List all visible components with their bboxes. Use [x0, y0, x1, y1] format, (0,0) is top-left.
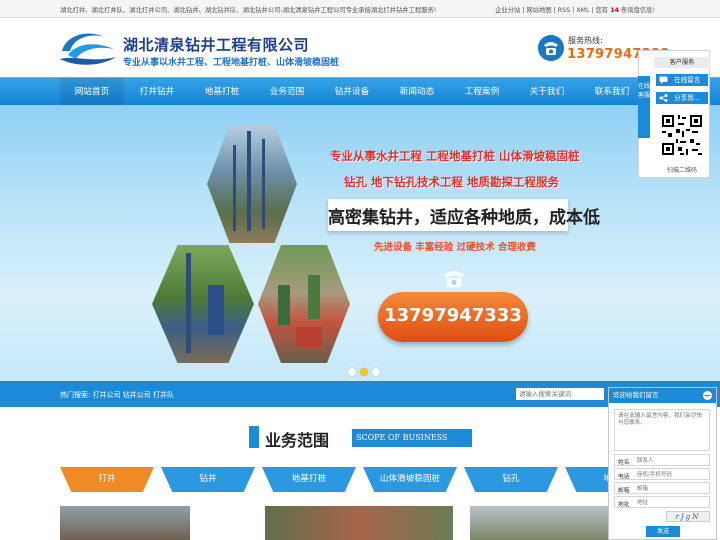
top-link-sitemap[interactable]: 网站地图 — [526, 7, 551, 14]
address-field-row: 地址 — [614, 496, 710, 508]
name-field[interactable] — [637, 456, 707, 465]
worker-rig-photo — [152, 245, 254, 363]
qr-code-label: 扫描二维码 — [666, 167, 697, 174]
qr-code-icon — [660, 113, 704, 157]
case-photo-1[interactable] — [60, 506, 190, 540]
name-label: 姓名 — [618, 460, 630, 466]
minimize-icon[interactable] — [703, 391, 712, 400]
phone-field-row: 电话 — [614, 468, 710, 480]
email-label: 邮箱 — [618, 488, 630, 494]
top-link-rss[interactable]: RSS — [558, 7, 570, 14]
nav-contact[interactable]: 联系我们 — [580, 78, 644, 106]
top-link-branches[interactable]: 企业分站 — [495, 7, 520, 14]
service-vertical-tab[interactable]: 在线客服 — [638, 76, 650, 138]
case-photo-2[interactable] — [265, 506, 453, 540]
section-title: 业务范围 — [265, 431, 330, 450]
message-icon — [659, 76, 668, 84]
message-widget-title: 欢迎给我们留言 — [609, 388, 716, 403]
phone-field[interactable] — [637, 470, 707, 479]
nav-equipment[interactable]: 钻井设备 — [320, 78, 384, 106]
top-link-xml[interactable]: XML — [576, 7, 589, 14]
banner-phone-button[interactable]: 13797947333 — [378, 292, 528, 342]
top-link-separator: | — [553, 7, 556, 14]
email-field-row: 邮箱 — [614, 482, 710, 494]
main-nav: 网站首页 打井钻井 地基打桩 业务范围 钻井设备 新闻动态 工程案例 关于我们 … — [0, 77, 720, 106]
banner-headline: 高密集钻井，适应各种地质，成本低 — [328, 208, 600, 228]
banner-slogan-services: 专业从事水井工程 工程地基打桩 山体滑坡稳固桩 — [330, 149, 580, 163]
send-button[interactable]: 发送 — [646, 526, 680, 537]
email-field[interactable] — [637, 484, 707, 493]
name-field-row: 姓名 — [614, 454, 710, 466]
nav-business-scope[interactable]: 业务范围 — [255, 78, 319, 106]
nav-well-drilling[interactable]: 打井钻井 — [125, 78, 189, 106]
top-link-separator: | — [522, 7, 525, 14]
hero-banner[interactable]: 专业从事水井工程 工程地基打桩 山体滑坡稳固桩 钻孔 地下钻孔技术工程 地质勘探… — [0, 105, 720, 381]
phone-icon — [538, 35, 564, 61]
address-field[interactable] — [637, 498, 707, 507]
search-input[interactable] — [516, 388, 604, 400]
banner-slogan-services-2: 钻孔 地下钻孔技术工程 地质勘探工程服务 — [344, 175, 560, 189]
phone-label: 电话 — [618, 474, 630, 480]
carousel-dots — [348, 368, 382, 378]
carousel-dot-3[interactable] — [372, 368, 380, 376]
banner-headline-box: 高密集钻井，适应各种地质，成本低 — [328, 199, 600, 231]
drilling-rig-photo — [207, 125, 297, 243]
carousel-dot-2-active[interactable] — [360, 368, 368, 376]
tab-drilling[interactable]: 钻井 — [161, 467, 255, 492]
case-photo-3[interactable] — [470, 506, 608, 540]
share-icon — [659, 94, 668, 102]
address-label: 地址 — [618, 502, 630, 508]
inquiry-suffix: 条询盘信息! — [620, 7, 655, 14]
top-links: 企业分站 | 网站地图 | RSS | XML | 您有 14 条询盘信息! — [494, 5, 656, 14]
banner-phone-number: 13797947333 — [384, 305, 522, 326]
captcha-image[interactable]: rJgN — [666, 511, 710, 522]
tab-foundation-piling[interactable]: 地基打桩 — [262, 467, 356, 492]
nav-news[interactable]: 新闻动态 — [385, 78, 449, 106]
workers-site-photo — [258, 245, 350, 363]
nav-foundation-piling[interactable]: 地基打桩 — [190, 78, 254, 106]
section-title-accent — [249, 426, 259, 448]
section-subtitle: SCOPE OF BUSINESS — [352, 429, 472, 447]
company-name: 湖北清泉钻井工程有限公司 — [123, 36, 310, 54]
inquiry-prefix: 您有 — [595, 7, 609, 14]
customer-service-title: 客户服务 — [654, 57, 710, 68]
site-header: 湖北清泉钻井工程有限公司 专业从事以水井工程、工程地基打桩、山体滑坡稳固桩 服务… — [0, 18, 720, 77]
tab-landslide-piles[interactable]: 山体滑坡稳固桩 — [363, 467, 457, 492]
carousel-dot-1[interactable] — [348, 368, 356, 376]
nav-cases[interactable]: 工程案例 — [450, 78, 514, 106]
telephone-icon — [444, 271, 464, 287]
company-logo[interactable] — [58, 29, 118, 67]
top-link-separator: | — [591, 7, 594, 14]
top-link-separator: | — [572, 7, 575, 14]
top-intro-text: 湖北打井、湖北打井队、湖北打井公司、湖北钻井、湖北钻井队、湖北钻井公司-湖北清泉… — [60, 7, 437, 14]
tab-boring[interactable]: 钻孔 — [464, 467, 558, 492]
hotline-label: 服务热线: — [568, 36, 603, 45]
message-widget: 欢迎给我们留言 姓名 电话 邮箱 地址 rJgN 发送 — [608, 387, 717, 540]
nav-about[interactable]: 关于我们 — [515, 78, 579, 106]
message-content-field[interactable] — [614, 409, 710, 451]
inquiry-count[interactable]: 14 — [610, 7, 619, 14]
nav-home[interactable]: 网站首页 — [60, 78, 124, 106]
hot-search-keywords[interactable]: 热门搜索: 打井公司 钻井公司 打井队 — [60, 390, 174, 400]
banner-strengths: 先进设备 丰富经验 过硬技术 合理收费 — [374, 242, 536, 253]
tab-well-drilling[interactable]: 打井 — [60, 467, 154, 492]
company-tagline: 专业从事以水井工程、工程地基打桩、山体滑坡稳固桩 — [123, 58, 340, 68]
top-strip: 湖北打井、湖北打井队、湖北打井公司、湖北钻井、湖北钻井队、湖北钻井公司-湖北清泉… — [0, 0, 720, 18]
